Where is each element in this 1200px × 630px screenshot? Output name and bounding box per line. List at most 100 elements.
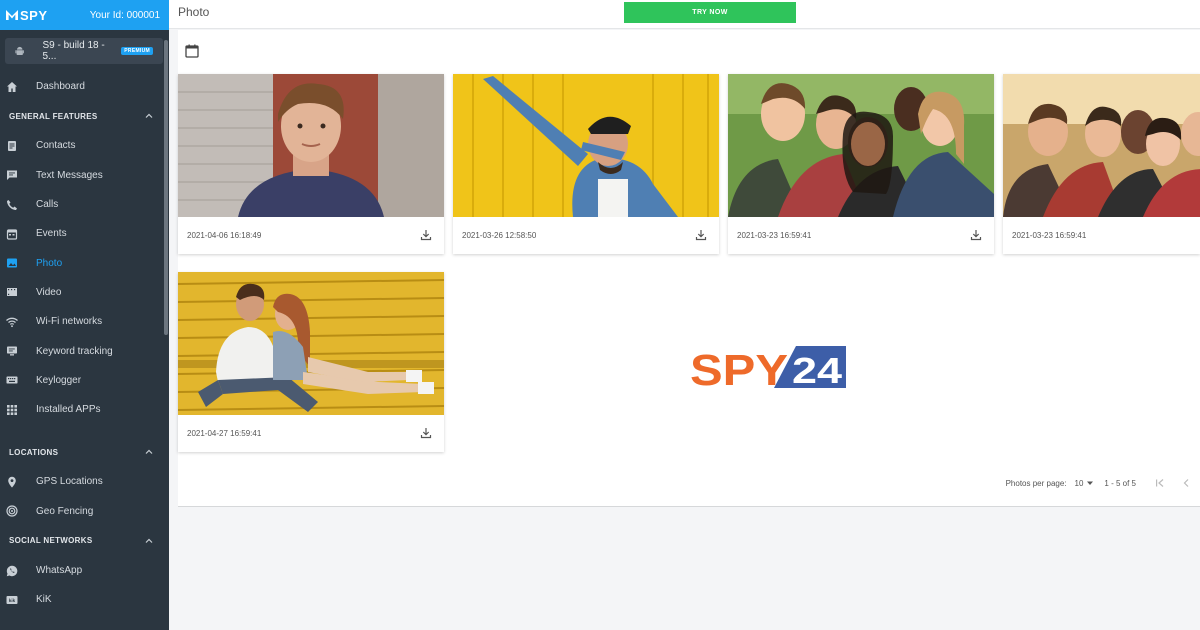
sidebar-item-label: Events — [36, 228, 67, 240]
photo-thumbnail[interactable] — [1003, 74, 1200, 217]
image-icon — [6, 257, 18, 269]
section-locations[interactable]: LOCATIONS — [0, 437, 169, 467]
sidebar-item-video[interactable]: Video — [0, 278, 169, 307]
sidebar-item-label: KiK — [36, 594, 52, 606]
sidebar-item-label: Video — [36, 286, 62, 298]
sidebar-item-gps-locations[interactable]: GPS Locations — [0, 467, 169, 496]
sidebar-item-dashboard[interactable]: Dashboard — [0, 72, 169, 101]
section-general-features[interactable]: GENERAL FEATURES — [0, 101, 169, 131]
photo-thumbnail[interactable] — [728, 74, 994, 217]
sidebar-item-label: Contacts — [36, 140, 76, 152]
device-selector[interactable]: S9 - build 18 - 5... PREMIUM — [5, 38, 163, 64]
sidebar-header: SPY Your Id: 000001 — [0, 0, 169, 30]
spy24-logo-right: 24 — [792, 350, 842, 390]
photo-timestamp: 2021-04-06 16:18:49 — [187, 231, 262, 240]
whatsapp-icon — [6, 565, 18, 577]
photo-thumbnail[interactable] — [178, 74, 444, 217]
download-icon[interactable] — [970, 229, 982, 241]
sidebar-item-photo[interactable]: Photo — [0, 248, 169, 277]
contacts-icon — [6, 140, 18, 152]
sidebar-item-contacts[interactable]: Contacts — [0, 131, 169, 160]
try-now-button[interactable]: TRY NOW — [624, 2, 796, 23]
message-icon — [6, 169, 18, 181]
sidebar-item-calls[interactable]: Calls — [0, 190, 169, 219]
section-title: SOCIAL NETWORKS — [9, 536, 93, 546]
sidebar-item-keylogger[interactable]: Keylogger — [0, 366, 169, 395]
photo-card[interactable]: 2021-04-27 16:59:41 — [178, 272, 444, 452]
phone-icon — [6, 199, 18, 211]
photo-timestamp: 2021-03-23 16:59:41 — [737, 231, 812, 240]
sidebar: SPY Your Id: 000001 S9 - build 18 - 5...… — [0, 0, 169, 630]
sidebar-item-label: Calls — [36, 199, 59, 211]
section-title: LOCATIONS — [9, 447, 59, 457]
chevron-up-icon — [145, 113, 153, 119]
sidebar-item-installed-apps[interactable]: Installed APPs — [0, 395, 169, 424]
page-range: 1 - 5 of 5 — [1104, 478, 1136, 488]
section-social-networks[interactable]: SOCIAL NETWORKS — [0, 526, 169, 556]
sidebar-item-events[interactable]: Events — [0, 219, 169, 248]
calendar-icon — [6, 228, 18, 240]
page-title: Photo — [178, 5, 210, 19]
download-icon[interactable] — [420, 427, 432, 439]
photo-timestamp: 2021-04-27 16:59:41 — [187, 429, 262, 438]
chevron-up-icon — [145, 538, 153, 543]
apps-grid-icon — [6, 404, 18, 416]
section-title: GENERAL FEATURES — [9, 111, 98, 121]
photo-timestamp: 2021-03-26 12:58:50 — [462, 231, 537, 240]
per-page-label: Photos per page: — [1005, 478, 1067, 488]
photo-thumbnail[interactable] — [453, 74, 719, 217]
chevron-up-icon — [145, 449, 153, 455]
download-icon[interactable] — [420, 229, 432, 241]
sidebar-item-label: Wi-Fi networks — [36, 316, 103, 328]
svg-text:kik: kik — [9, 598, 16, 603]
photo-card[interactable]: 2021-03-23 16:59:41 — [728, 74, 994, 254]
kik-icon: kik — [6, 594, 18, 606]
spy24-logo-left: SPY — [690, 346, 788, 390]
sidebar-item-label: Dashboard — [36, 81, 85, 93]
top-bar: Photo TRY NOW — [169, 0, 1200, 29]
photo-card[interactable]: 2021-03-23 16:59:41 — [1003, 74, 1200, 254]
photo-gallery: 2021-04-06 16:18:49 2021-03-26 12:58:50 — [178, 30, 1200, 507]
logo-icon — [6, 10, 18, 20]
sidebar-item-label: Geo Fencing — [36, 505, 94, 517]
per-page-select[interactable]: 10 — [1075, 479, 1095, 488]
sidebar-item-label: Keylogger — [36, 374, 82, 386]
sidebar-item-label: WhatsApp — [36, 565, 83, 576]
photo-thumbnail[interactable] — [178, 272, 444, 415]
logo[interactable]: SPY — [6, 8, 48, 23]
calendar-icon[interactable] — [184, 43, 200, 59]
sidebar-item-kik[interactable]: kik KiK — [0, 585, 169, 614]
first-page-icon[interactable] — [1154, 477, 1166, 489]
android-icon — [15, 46, 25, 55]
target-icon — [6, 505, 18, 517]
sidebar-item-label: Photo — [36, 257, 63, 269]
photo-timestamp: 2021-03-23 16:59:41 — [1012, 231, 1087, 240]
sidebar-item-label: GPS Locations — [36, 476, 103, 488]
sidebar-item-keyword-tracking[interactable]: Keyword tracking — [0, 336, 169, 365]
user-id: Your Id: 000001 — [89, 9, 160, 21]
location-pin-icon — [6, 476, 18, 488]
sidebar-item-geo-fencing[interactable]: Geo Fencing — [0, 497, 169, 526]
premium-badge: PREMIUM — [121, 47, 153, 55]
wifi-icon — [6, 316, 18, 328]
sidebar-item-label: Text Messages — [36, 169, 103, 181]
keyboard-icon — [6, 374, 18, 386]
device-name: S9 - build 18 - 5... — [42, 40, 105, 62]
sidebar-item-wifi-networks[interactable]: Wi-Fi networks — [0, 307, 169, 336]
caret-down-icon — [1087, 481, 1094, 485]
sidebar-item-label: Keyword tracking — [36, 345, 113, 357]
sidebar-item-whatsapp[interactable]: WhatsApp — [0, 556, 169, 585]
film-icon — [6, 286, 18, 298]
previous-page-icon[interactable] — [1180, 477, 1192, 489]
spy24-logo: SPY 24 — [688, 344, 848, 395]
logo-text: SPY — [20, 7, 48, 23]
per-page-value: 10 — [1074, 478, 1084, 488]
home-icon — [6, 81, 18, 93]
photo-card[interactable]: 2021-04-06 16:18:49 — [178, 74, 444, 254]
download-icon[interactable] — [695, 229, 707, 241]
photo-card[interactable]: 2021-03-26 12:58:50 — [453, 74, 719, 254]
sidebar-item-label: Installed APPs — [36, 404, 101, 416]
sidebar-scrollbar[interactable] — [164, 40, 168, 335]
sidebar-item-text-messages[interactable]: Text Messages — [0, 161, 169, 190]
